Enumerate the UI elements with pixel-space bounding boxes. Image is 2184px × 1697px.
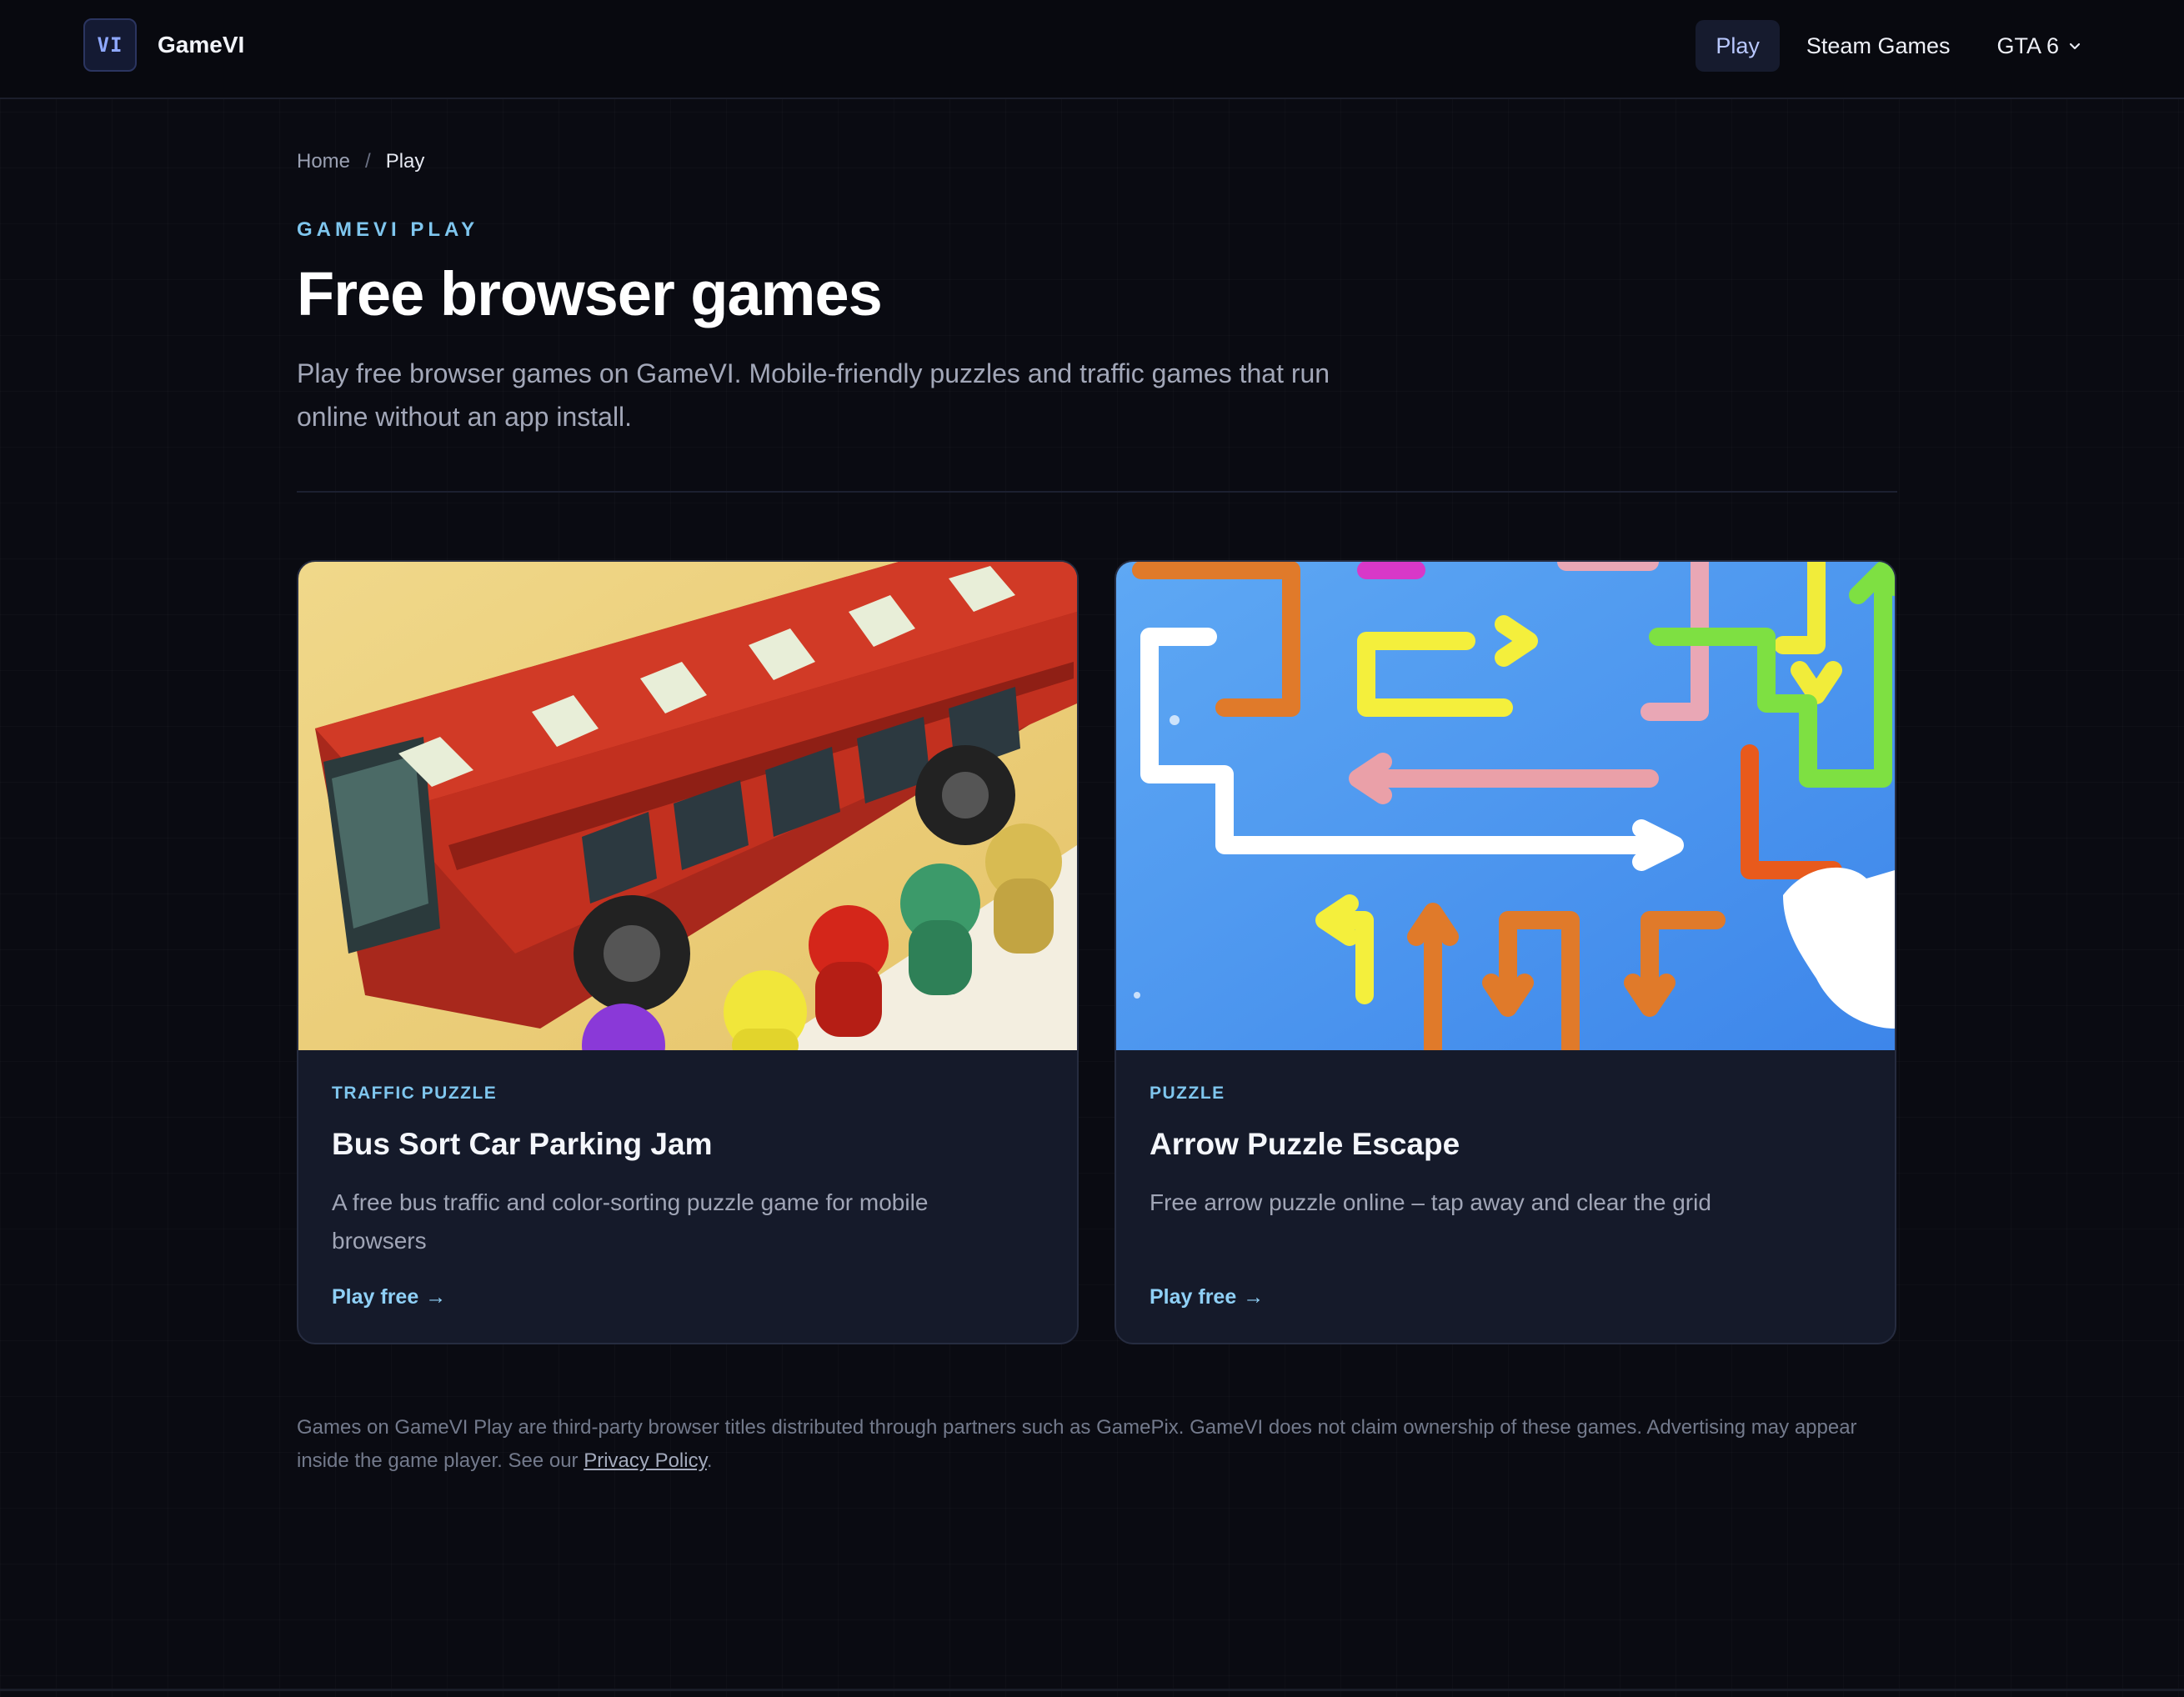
nav-label: GTA 6: [1996, 33, 2059, 58]
brand-name: GameVI: [158, 32, 245, 58]
game-thumbnail-bus-sort[interactable]: [298, 562, 1077, 1050]
game-category: PUZZLE: [1150, 1084, 1225, 1103]
section-eyebrow: GAMEVI PLAY: [297, 218, 479, 241]
chevron-down-icon: [2069, 43, 2081, 50]
game-card-body: PUZZLE Arrow Puzzle Escape Free arrow pu…: [1150, 1084, 1866, 1222]
breadcrumb-separator: /: [365, 150, 371, 173]
nav-item-play[interactable]: Play: [1696, 20, 1780, 72]
game-description: Free arrow puzzle online – tap away and …: [1150, 1189, 1711, 1215]
divider: [297, 491, 1897, 493]
nav-label: Play: [1716, 33, 1760, 58]
game-category: TRAFFIC PUZZLE: [332, 1084, 498, 1103]
page-title: Free browser games: [297, 259, 883, 328]
arrow-right-icon: →: [425, 1285, 447, 1309]
arrow-puzzle-illustration: [1116, 562, 1895, 1050]
game-title[interactable]: Arrow Puzzle Escape: [1150, 1127, 1866, 1162]
breadcrumb-current: Play: [385, 150, 425, 173]
game-card-bus-sort[interactable]: TRAFFIC PUZZLE Bus Sort Car Parking Jam …: [297, 560, 1079, 1344]
main-nav: Play Steam Games GTA 6: [1689, 20, 2101, 72]
play-free-link[interactable]: Play free →: [1150, 1285, 1264, 1309]
play-free-link[interactable]: Play free →: [332, 1285, 446, 1309]
disclaimer-footnote: Games on GameVI Play are third-party bro…: [297, 1411, 1906, 1478]
game-description: A free bus traffic and color-sorting puz…: [332, 1189, 929, 1254]
game-thumbnail-arrow-puzzle[interactable]: [1116, 562, 1895, 1050]
nav-item-gta6-dropdown[interactable]: GTA 6: [1976, 20, 2101, 72]
disclaimer-text: Games on GameVI Play are third-party bro…: [297, 1416, 1857, 1472]
game-card-body: TRAFFIC PUZZLE Bus Sort Car Parking Jam …: [332, 1084, 1049, 1260]
breadcrumb-home-link[interactable]: Home: [297, 150, 350, 173]
nav-label: Steam Games: [1806, 33, 1951, 58]
game-title[interactable]: Bus Sort Car Parking Jam: [332, 1127, 1049, 1162]
logo-icon: VI: [83, 18, 137, 72]
game-card-arrow-puzzle[interactable]: PUZZLE Arrow Puzzle Escape Free arrow pu…: [1115, 560, 1896, 1344]
top-navigation-bar: VI GameVI Play Steam Games GTA 6: [0, 0, 2184, 99]
disclaimer-end: .: [706, 1449, 713, 1472]
page-description: Play free browser games on GameVI. Mobil…: [297, 358, 1330, 432]
page-bottom-divider: [0, 1689, 2184, 1691]
bus-illustration: [298, 562, 1077, 1050]
play-free-label: Play free: [1150, 1285, 1237, 1309]
nav-item-steam-games[interactable]: Steam Games: [1786, 20, 1971, 72]
arrow-right-icon: →: [1243, 1285, 1265, 1309]
privacy-policy-link[interactable]: Privacy Policy: [584, 1449, 707, 1472]
breadcrumb: Home / Play: [297, 150, 424, 173]
brand-home-link[interactable]: VI GameVI: [83, 18, 244, 72]
play-free-label: Play free: [332, 1285, 419, 1309]
